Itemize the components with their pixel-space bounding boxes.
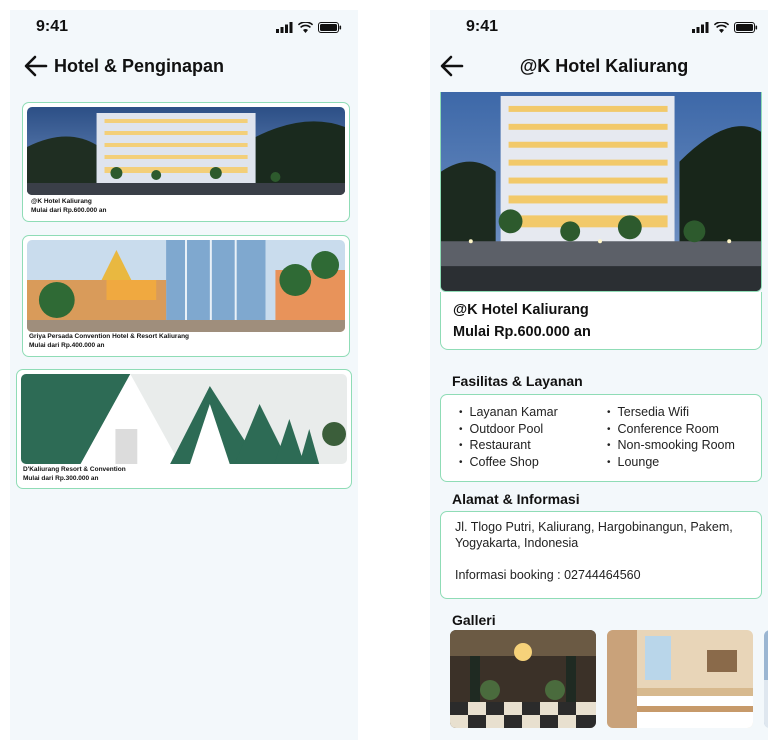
gallery-title: Galleri <box>452 612 496 628</box>
battery-icon <box>318 22 342 33</box>
facility-item: Restaurant <box>459 438 558 455</box>
address-text: Jl. Tlogo Putri, Kaliurang, Hargobinangu… <box>455 520 733 550</box>
facilities-box: Layanan Kamar Outdoor Pool Restaurant Co… <box>440 394 762 482</box>
hotel-price: Mulai dari Rp.600.000 an <box>31 207 107 214</box>
gallery-image[interactable] <box>607 630 753 728</box>
nav-bar: @K Hotel Kaliurang <box>430 46 768 88</box>
gallery-image[interactable] <box>450 630 596 728</box>
hotel-photo <box>27 107 345 195</box>
hotel-list-screen: 9:41 Hotel & Penginapan @K Hotel Kaliura… <box>10 10 358 740</box>
hotel-photo <box>21 374 347 464</box>
signal-icon <box>276 22 293 33</box>
gallery-image[interactable] <box>764 630 768 728</box>
hotel-detail-screen: 9:41 @K Hotel Kaliurang @K Hotel Kaliura… <box>430 10 768 740</box>
hotel-name: @K Hotel Kaliurang <box>453 302 589 318</box>
hotel-main-photo <box>440 92 762 292</box>
hotel-name: Griya Persada Convention Hotel & Resort … <box>29 333 190 340</box>
signal-icon <box>692 22 709 33</box>
wifi-icon <box>714 22 729 33</box>
facility-item: Outdoor Pool <box>459 422 558 439</box>
hotel-card[interactable]: D'Kaliurang Resort & Convention Mulai da… <box>16 369 352 489</box>
facilities-list-left: Layanan Kamar Outdoor Pool Restaurant Co… <box>459 405 558 471</box>
facility-item: Non-smooking Room <box>607 438 735 455</box>
wifi-icon <box>298 22 313 33</box>
facility-item: Layanan Kamar <box>459 405 558 422</box>
status-time: 9:41 <box>36 18 69 35</box>
page-title: Hotel & Penginapan <box>54 56 225 76</box>
facility-item: Lounge <box>607 455 735 472</box>
hotel-price: Mulai dari Rp.300.000 an <box>23 475 99 482</box>
hotel-card[interactable]: @K Hotel Kaliurang Mulai dari Rp.600.000… <box>22 102 350 222</box>
status-icons <box>692 22 758 33</box>
back-arrow-icon[interactable] <box>22 52 50 80</box>
facility-item: Conference Room <box>607 422 735 439</box>
address-title: Alamat & Informasi <box>452 491 580 507</box>
address-box: Jl. Tlogo Putri, Kaliurang, Hargobinangu… <box>440 511 762 599</box>
hotel-photo <box>27 240 345 332</box>
status-bar: 9:41 <box>10 10 358 46</box>
facilities-title: Fasilitas & Layanan <box>452 373 583 389</box>
facilities-list-right: Tersedia Wifi Conference Room Non-smooki… <box>607 405 735 471</box>
booking-info[interactable]: Informasi booking : 02744464560 <box>455 568 641 582</box>
status-icons <box>276 22 342 33</box>
page-title: @K Hotel Kaliurang <box>519 56 689 76</box>
hotel-name: D'Kaliurang Resort & Convention <box>23 466 126 473</box>
hotel-name: @K Hotel Kaliurang <box>31 198 92 205</box>
status-bar: 9:41 <box>430 10 768 46</box>
battery-icon <box>734 22 758 33</box>
hotel-card[interactable]: Griya Persada Convention Hotel & Resort … <box>22 235 350 357</box>
hotel-price: Mulai dari Rp.400.000 an <box>29 342 105 349</box>
facility-item: Coffee Shop <box>459 455 558 472</box>
hotel-price: Mulai Rp.600.000 an <box>453 324 591 340</box>
status-time: 9:41 <box>466 18 499 35</box>
hotel-summary: @K Hotel Kaliurang Mulai Rp.600.000 an <box>440 292 762 350</box>
facility-item: Tersedia Wifi <box>607 405 735 422</box>
nav-bar: Hotel & Penginapan <box>10 46 358 88</box>
